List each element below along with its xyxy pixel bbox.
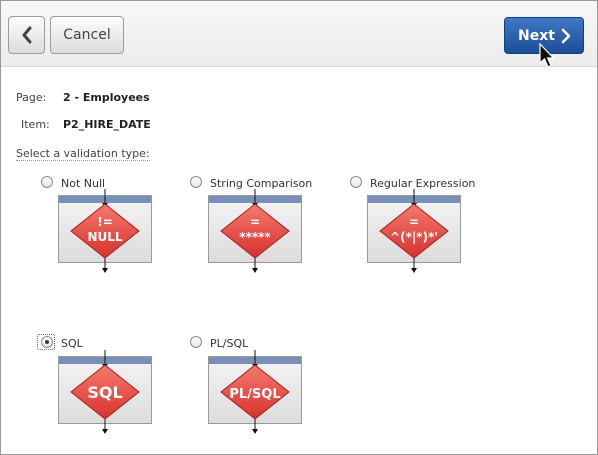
sql-validation-icon[interactable]: SQL bbox=[58, 350, 154, 438]
chevron-right-icon bbox=[561, 28, 571, 44]
not-null-validation-icon[interactable]: !=NULL bbox=[58, 189, 154, 277]
mouse-cursor-icon bbox=[539, 43, 555, 68]
wizard-toolbar: Cancel Next bbox=[1, 1, 597, 67]
radio-sql[interactable] bbox=[41, 336, 53, 348]
icon-text: = bbox=[409, 215, 419, 229]
icon-text: = bbox=[250, 215, 260, 229]
radio-pl-sql[interactable] bbox=[190, 336, 202, 348]
icon-text: NULL bbox=[87, 230, 122, 244]
icon-text: PL/SQL bbox=[229, 387, 280, 402]
cancel-button[interactable]: Cancel bbox=[50, 16, 124, 54]
back-button[interactable] bbox=[8, 16, 45, 54]
wizard-window: Cancel Next Page: 2 - Employees Item: P2… bbox=[0, 0, 598, 455]
string-comparison-validation-icon[interactable]: =***** bbox=[208, 189, 304, 277]
icon-text: ***** bbox=[239, 230, 271, 244]
item-label: Item: bbox=[21, 118, 50, 131]
radio-regular-expression[interactable] bbox=[350, 176, 362, 188]
item-value: P2_HIRE_DATE bbox=[63, 118, 151, 131]
cancel-button-label: Cancel bbox=[63, 27, 111, 43]
option-label[interactable]: SQL bbox=[61, 337, 83, 350]
radio-not-null[interactable] bbox=[41, 176, 53, 188]
icon-text: != bbox=[97, 215, 113, 229]
icon-text: ^(*|*)*' bbox=[390, 230, 438, 244]
pl-sql-validation-icon[interactable]: PL/SQL bbox=[208, 350, 304, 438]
regular-expression-validation-icon[interactable]: =^(*|*)*' bbox=[367, 189, 463, 277]
validation-type-prompt: Select a validation type: bbox=[16, 147, 150, 161]
radio-string-comparison[interactable] bbox=[190, 176, 202, 188]
page-label: Page: bbox=[16, 91, 47, 104]
next-button-label: Next bbox=[518, 27, 555, 44]
option-label[interactable]: PL/SQL bbox=[210, 337, 248, 350]
icon-text: SQL bbox=[87, 383, 122, 402]
page-value: 2 - Employees bbox=[63, 91, 150, 104]
chevron-left-icon bbox=[22, 26, 31, 44]
